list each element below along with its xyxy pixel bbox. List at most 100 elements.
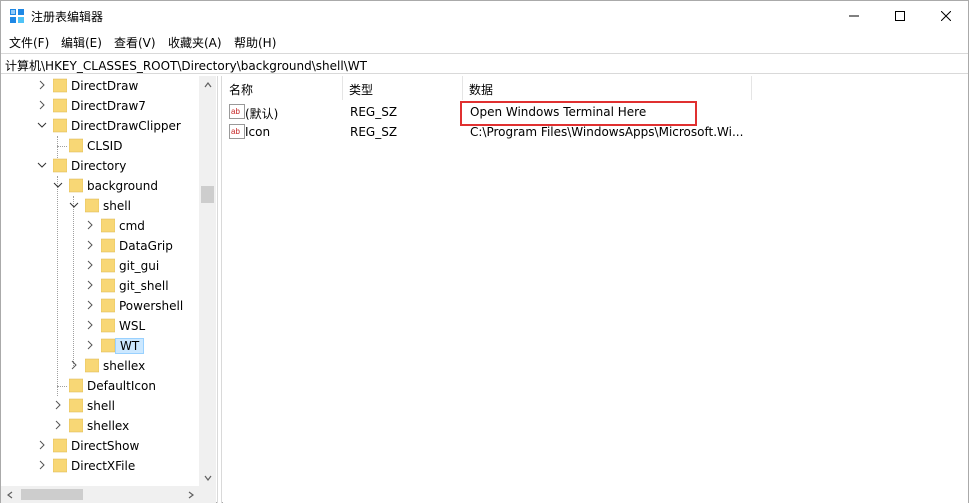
folder-icon xyxy=(53,458,67,473)
folder-icon xyxy=(101,238,115,253)
window-title: 注册表编辑器 xyxy=(31,10,104,24)
scroll-right-button[interactable] xyxy=(182,486,199,503)
maximize-icon xyxy=(895,11,905,21)
chevron-down-icon[interactable] xyxy=(69,200,79,210)
address-path[interactable]: 计算机\HKEY_CLASSES_ROOT\Directory\backgrou… xyxy=(5,57,367,74)
chevron-right-icon[interactable] xyxy=(37,440,47,450)
folder-icon xyxy=(101,318,115,333)
chevron-right-icon[interactable] xyxy=(37,100,47,110)
tree-item-label: WSL xyxy=(119,319,146,333)
tree-item-label: DirectDrawClipper xyxy=(71,119,181,133)
tree-item-label: shellex xyxy=(87,419,130,433)
folder-icon xyxy=(101,298,115,313)
tree-guide xyxy=(57,386,67,387)
tree-guide xyxy=(73,196,74,366)
close-button[interactable] xyxy=(923,1,969,31)
chevron-up-icon xyxy=(204,81,211,87)
folder-icon xyxy=(69,178,83,193)
tree-horizontal-scrollbar[interactable] xyxy=(1,486,216,503)
chevron-right-icon[interactable] xyxy=(37,460,47,470)
tree-item-label: DirectShow xyxy=(71,439,140,453)
chevron-right-icon[interactable] xyxy=(85,280,95,290)
tree-item-label: DirectXFile xyxy=(71,459,136,473)
menu-help[interactable]: 帮助(H) xyxy=(234,34,276,51)
menu-view[interactable]: 查看(V) xyxy=(114,34,156,51)
registry-editor-window: 注册表编辑器 文件(F) 编辑(E) 查看(V) 收藏夹(A) 帮助(H) 计算… xyxy=(0,0,969,503)
folder-icon xyxy=(53,438,67,453)
tree-item-label: WT xyxy=(115,338,145,354)
folder-icon xyxy=(53,98,67,113)
tree-item-label: CLSID xyxy=(87,139,123,153)
scroll-up-button[interactable] xyxy=(199,76,216,93)
tree-item-label: background xyxy=(87,179,158,193)
close-icon xyxy=(941,11,951,21)
folder-icon xyxy=(101,218,115,233)
column-header-data[interactable]: 数据 xyxy=(463,76,752,100)
tree-item-label: shellex xyxy=(103,359,146,373)
maximize-button[interactable] xyxy=(877,1,923,31)
chevron-right-icon[interactable] xyxy=(85,260,95,270)
folder-icon xyxy=(85,358,99,373)
folder-icon xyxy=(53,118,67,133)
chevron-down-icon[interactable] xyxy=(37,160,47,170)
string-value-icon: ab xyxy=(229,124,245,139)
value-name: (默认) xyxy=(245,107,279,121)
title-bar[interactable]: 注册表编辑器 xyxy=(1,1,968,31)
chevron-left-icon xyxy=(6,491,12,498)
tree-item-label: cmd xyxy=(119,219,145,233)
values-list[interactable]: 名称 类型 数据 ab (默认) REG_SZ Open Windows Ter… xyxy=(223,76,968,503)
minimize-icon xyxy=(849,15,859,17)
folder-icon xyxy=(53,78,67,93)
chevron-right-icon[interactable] xyxy=(85,340,95,350)
folder-icon xyxy=(69,138,83,153)
folder-icon xyxy=(69,398,83,413)
tree-item-label: git_shell xyxy=(119,279,169,293)
folder-icon xyxy=(101,278,115,293)
folder-open-icon xyxy=(101,338,115,353)
tree-vertical-scrollbar[interactable] xyxy=(199,76,216,486)
highlight-annotation xyxy=(460,101,697,126)
tree-item-label: Powershell xyxy=(119,299,184,313)
tree-item-label: DefaultIcon xyxy=(87,379,156,393)
tree-item-label: DirectDraw xyxy=(71,79,139,93)
folder-icon xyxy=(101,258,115,273)
folder-icon xyxy=(53,158,67,173)
value-type: REG_SZ xyxy=(350,125,398,139)
tree-item-label: Directory xyxy=(71,159,127,173)
menu-favorites[interactable]: 收藏夹(A) xyxy=(168,34,222,51)
column-header-type[interactable]: 类型 xyxy=(343,76,463,100)
chevron-right-icon[interactable] xyxy=(53,420,63,430)
pane-splitter[interactable] xyxy=(217,76,222,503)
menu-file[interactable]: 文件(F) xyxy=(9,34,49,51)
tree-guide xyxy=(57,146,67,147)
column-header-name[interactable]: 名称 xyxy=(223,76,343,100)
scroll-left-button[interactable] xyxy=(1,486,18,503)
key-tree[interactable]: DirectDraw DirectDraw7 DirectDrawClipper… xyxy=(1,76,216,503)
value-type: REG_SZ xyxy=(350,105,398,119)
chevron-right-icon[interactable] xyxy=(85,300,95,310)
chevron-right-icon[interactable] xyxy=(53,400,63,410)
value-data: C:\Program Files\WindowsApps\Microsoft.W… xyxy=(470,125,744,139)
registry-editor-icon xyxy=(10,9,24,23)
svg-text:ab: ab xyxy=(231,127,240,136)
tree-item-label: shell xyxy=(103,199,131,213)
chevron-right-icon[interactable] xyxy=(37,80,47,90)
folder-icon xyxy=(69,378,83,393)
minimize-button[interactable] xyxy=(831,1,877,31)
scroll-down-button[interactable] xyxy=(199,469,216,486)
address-bar[interactable]: 计算机\HKEY_CLASSES_ROOT\Directory\backgrou… xyxy=(1,53,968,74)
chevron-right-icon[interactable] xyxy=(85,320,95,330)
chevron-right-icon[interactable] xyxy=(85,220,95,230)
chevron-right-icon[interactable] xyxy=(85,240,95,250)
menu-edit[interactable]: 编辑(E) xyxy=(61,34,102,51)
scroll-thumb[interactable] xyxy=(201,186,214,203)
tree-item-label: DataGrip xyxy=(119,239,173,253)
scroll-thumb[interactable] xyxy=(21,489,83,500)
chevron-down-icon[interactable] xyxy=(37,120,47,130)
folder-icon xyxy=(85,198,99,213)
chevron-down-icon[interactable] xyxy=(53,180,63,190)
tree-item-label: git_gui xyxy=(119,259,160,273)
tree-item-label: shell xyxy=(87,399,115,413)
chevron-right-icon[interactable] xyxy=(69,360,79,370)
menu-bar: 文件(F) 编辑(E) 查看(V) 收藏夹(A) 帮助(H) xyxy=(1,32,968,52)
